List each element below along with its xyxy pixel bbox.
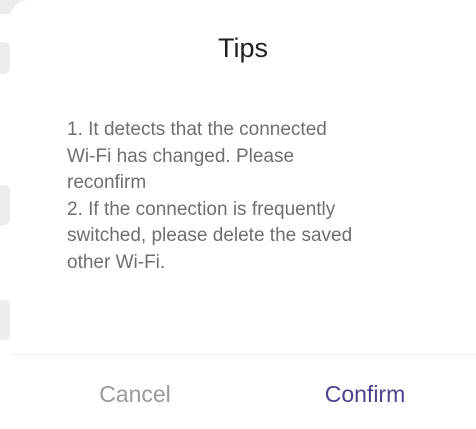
message-line: Wi-Fi has changed. Please [67,145,295,167]
message-line: 1. It detects that the connected [67,119,327,140]
message-line: switched, please delete the saved [67,225,353,246]
dialog-message: 1. It detects that the connected Wi-Fi h… [67,117,457,276]
screen: Tips 1. It detects that the connected Wi… [0,0,476,429]
button-divider [10,354,476,355]
message-line: reconfirm [67,172,147,193]
background-shape [0,185,10,225]
cancel-button[interactable]: Cancel [40,371,230,417]
message-line: other Wi-Fi. [67,251,166,273]
dialog-title: Tips [217,33,268,63]
tips-dialog: Tips 1. It detects that the connected Wi… [10,0,476,429]
message-line: 2. If the connection is frequently [67,198,336,220]
background-shape [0,42,10,74]
confirm-button[interactable]: Confirm [270,371,460,417]
background-shape [0,300,10,340]
